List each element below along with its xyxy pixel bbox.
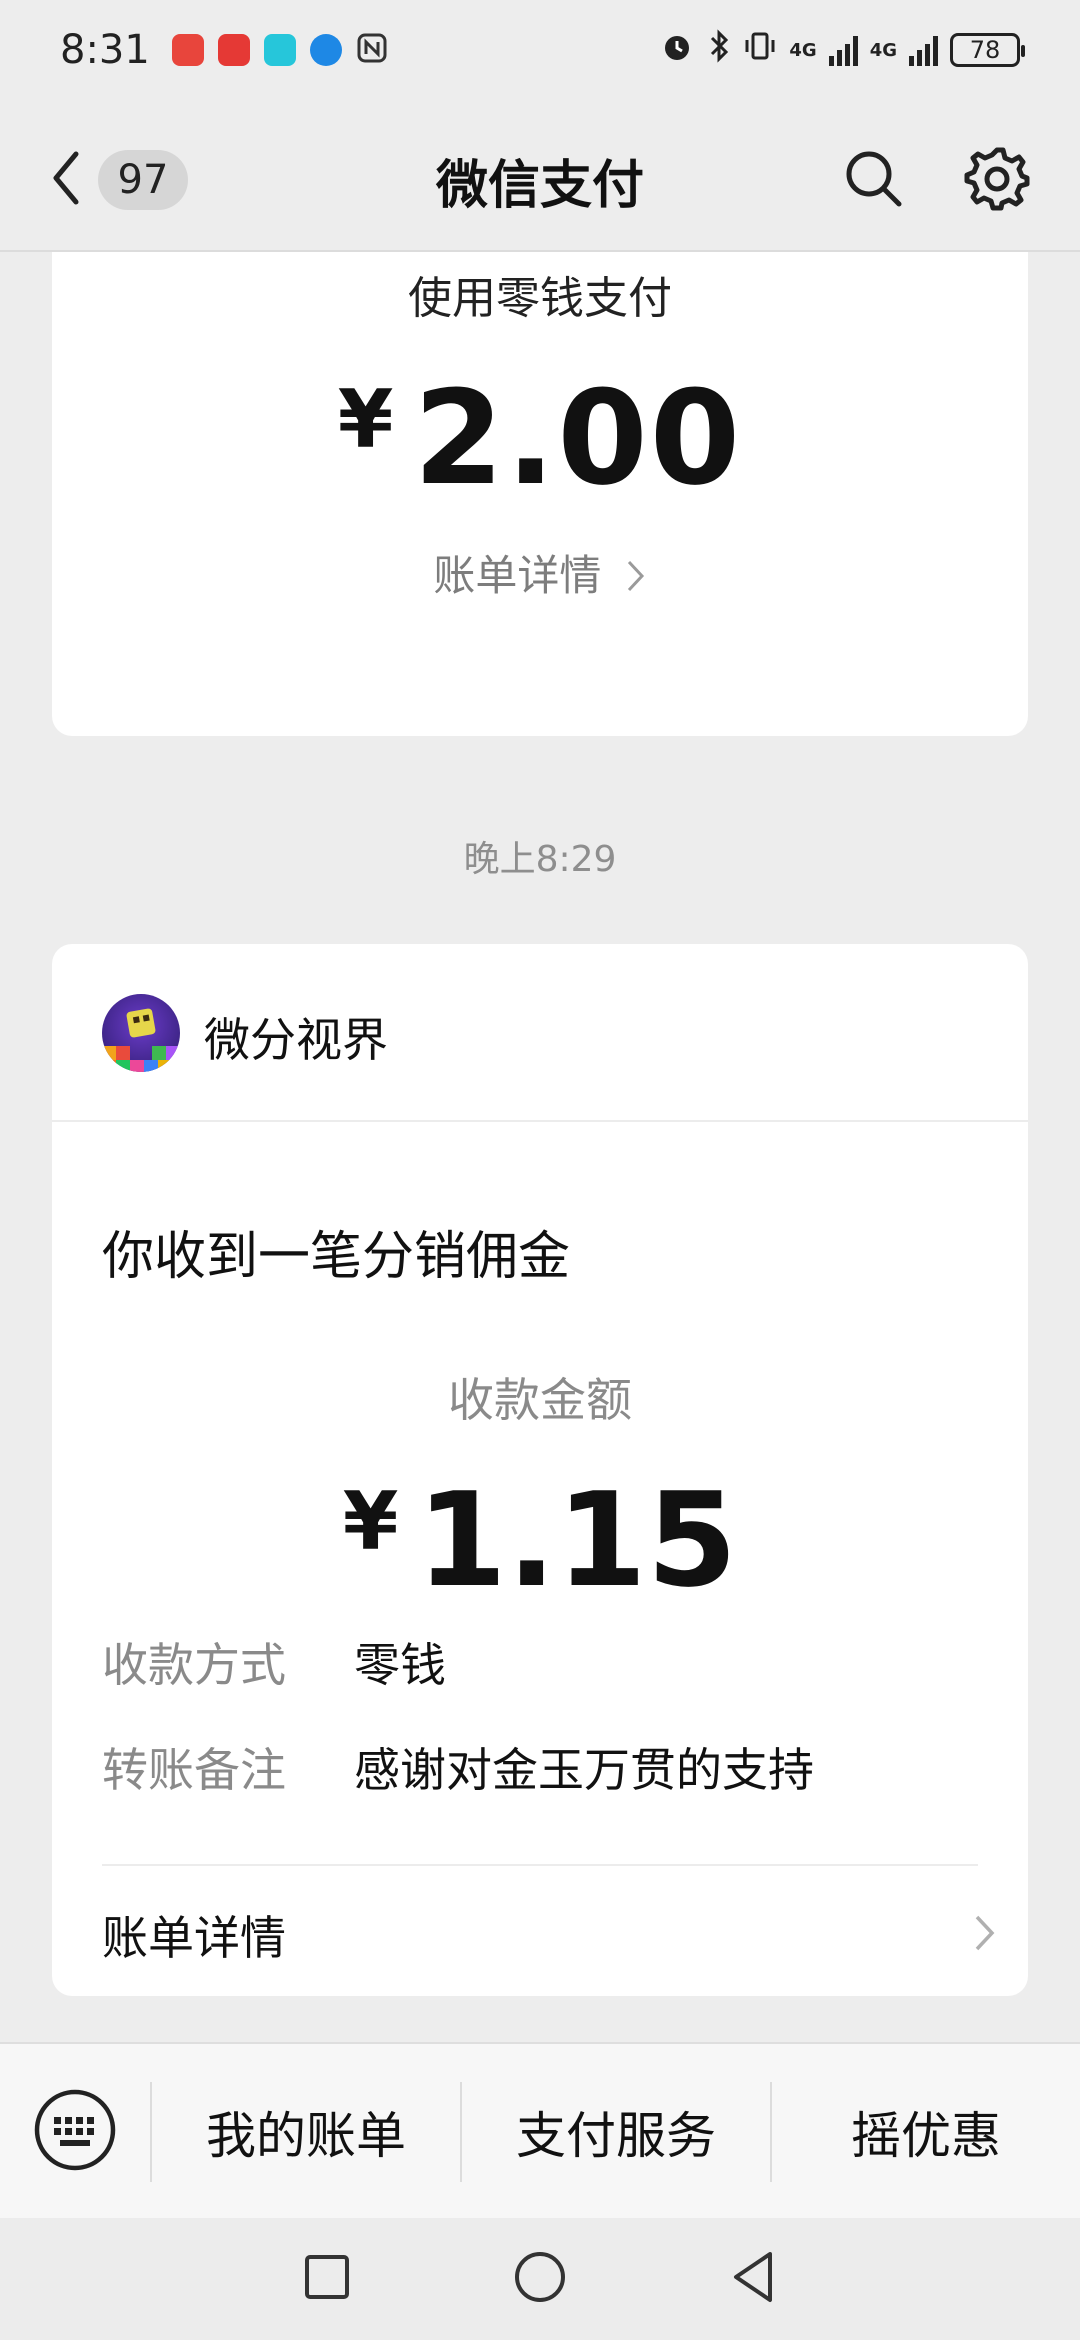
- chevron-right-icon: [615, 551, 647, 600]
- notification-title: 你收到一笔分销佣金: [102, 1227, 571, 1287]
- detail-key: 收款方式: [102, 1638, 286, 1692]
- bluetooth-icon: [707, 28, 731, 72]
- signal-icon-1: [828, 34, 858, 66]
- divider: [102, 1864, 978, 1866]
- received-amount: ¥1.15: [52, 1464, 1028, 1616]
- detail-row-payment-method: 收款方式 零钱: [102, 1629, 446, 1695]
- network-type-1: 4G: [789, 39, 817, 61]
- currency-symbol: ¥: [342, 1475, 399, 1568]
- payment-amount: ¥2.00: [52, 362, 1028, 514]
- network-type-2: 4G: [869, 39, 897, 61]
- payment-amount-value: 2.00: [413, 362, 743, 514]
- status-time: 8:31: [60, 27, 150, 73]
- received-amount-value: 1.15: [416, 1464, 738, 1616]
- merchant-avatar: [102, 994, 180, 1072]
- merchant-name: 微分视界: [204, 1013, 388, 1067]
- keyboard-icon: [32, 2087, 118, 2177]
- menu-payment-services[interactable]: 支付服务: [460, 2082, 770, 2182]
- huawei-app-icon: [171, 34, 204, 66]
- vibrate-icon: [743, 28, 777, 72]
- back-chevron-icon: [50, 148, 80, 212]
- menu-shake-offers[interactable]: 摇优惠: [770, 2082, 1080, 2182]
- nav-bar: 微信支付 97: [0, 110, 1080, 250]
- bill-details-link[interactable]: 账单详情: [102, 1902, 286, 1968]
- gear-icon[interactable]: [964, 145, 1030, 215]
- keyboard-toggle-button[interactable]: [0, 2044, 150, 2220]
- nav-actions: [842, 145, 1030, 215]
- bottom-menu: 我的账单 支付服务 摇优惠: [0, 2042, 1080, 2220]
- back-triangle-icon[interactable]: [728, 2249, 778, 2309]
- status-bar: 8:31 4G 4G 78: [0, 0, 1080, 100]
- nfc-icon: [356, 32, 388, 68]
- detail-row-transfer-note: 转账备注 感谢对金玉万贯的支持: [102, 1734, 814, 1800]
- message-timestamp: 晚上8:29: [463, 839, 617, 880]
- bill-details-label: 账单详情: [433, 551, 602, 600]
- detail-value: 感谢对金玉万贯的支持: [354, 1743, 814, 1797]
- alarm-icon: [659, 28, 695, 72]
- status-right: 4G 4G 78: [659, 28, 1025, 72]
- chevron-right-icon: [972, 1912, 998, 1958]
- search-icon[interactable]: [842, 147, 904, 213]
- home-circle-icon[interactable]: [512, 2249, 568, 2309]
- currency-symbol: ¥: [337, 373, 396, 466]
- recents-square-icon[interactable]: [302, 2252, 352, 2306]
- payment-card: 使用零钱支付 ¥2.00 账单详情: [52, 252, 1028, 736]
- unread-count-badge: 97: [98, 150, 188, 210]
- back-button[interactable]: 97: [50, 148, 188, 212]
- battery-indicator: 78: [950, 33, 1025, 67]
- menu-my-bills[interactable]: 我的账单: [150, 2082, 460, 2182]
- merchant-header[interactable]: 微分视界: [52, 944, 1028, 1122]
- download-app-icon: [263, 34, 296, 66]
- detail-key: 转账备注: [102, 1743, 286, 1797]
- browser-app-icon: [309, 34, 342, 66]
- amount-label: 收款金额: [448, 1373, 632, 1427]
- status-left: 8:31: [60, 27, 388, 73]
- detail-value: 零钱: [354, 1638, 446, 1692]
- bill-details-link[interactable]: 账单详情: [52, 542, 1028, 603]
- signal-icon-2: [909, 34, 938, 66]
- book-app-icon: [217, 34, 250, 66]
- payment-method-title: 使用零钱支付: [408, 273, 672, 324]
- commission-card[interactable]: 微分视界 你收到一笔分销佣金 收款金额 ¥1.15 收款方式 零钱 转账备注 感…: [52, 944, 1028, 1996]
- system-nav-bar: [0, 2218, 1080, 2340]
